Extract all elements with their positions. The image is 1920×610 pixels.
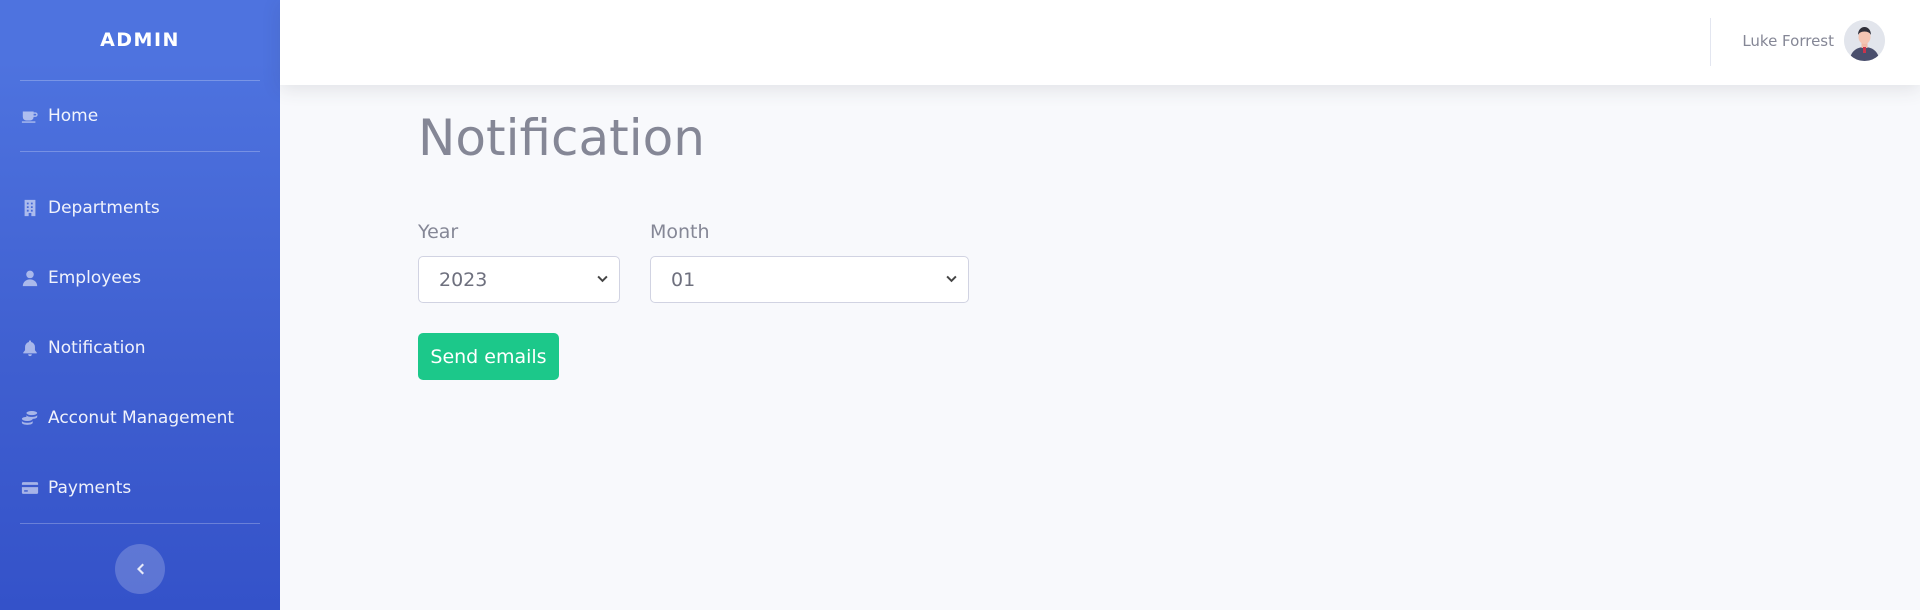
coffee-icon <box>20 106 40 126</box>
month-select[interactable]: 01 <box>650 256 969 303</box>
sidebar-item-label: Departments <box>48 198 160 218</box>
sidebar-item-label: Payments <box>48 478 132 498</box>
building-icon <box>20 198 40 218</box>
main-content: Notification Year 2023 Month 01 Send ema… <box>418 85 999 380</box>
bell-icon <box>20 338 40 358</box>
coins-icon <box>20 408 40 428</box>
sidebar-item-payments[interactable]: Payments <box>0 453 280 523</box>
sidebar-item-label: Notification <box>48 338 146 358</box>
sidebar-brand[interactable]: ADMIN <box>0 0 280 80</box>
year-select-value: 2023 <box>439 268 488 291</box>
month-select-value: 01 <box>671 268 696 291</box>
sidebar-item-account-management[interactable]: Acconut Management <box>0 383 280 453</box>
sidebar-item-departments[interactable]: Departments <box>0 173 280 243</box>
month-label: Month <box>650 221 710 243</box>
chevron-left-icon <box>137 563 144 575</box>
sidebar-item-notification[interactable]: Notification <box>0 313 280 383</box>
month-field: Month 01 <box>650 221 969 303</box>
chevron-down-icon <box>597 275 608 283</box>
year-field: Year 2023 <box>418 221 620 303</box>
sidebar-item-label: Home <box>48 106 99 126</box>
page-title: Notification <box>418 109 705 167</box>
sidebar-item-label: Employees <box>48 268 142 288</box>
sidebar-item-employees[interactable]: Employees <box>0 243 280 313</box>
credit-card-icon <box>20 478 40 498</box>
year-select[interactable]: 2023 <box>418 256 620 303</box>
user-avatar-icon <box>1844 20 1885 61</box>
sidebar: ADMIN Home Departments Employees Notific… <box>0 0 280 610</box>
sidebar-item-home[interactable]: Home <box>0 81 280 151</box>
topbar: Luke Forrest <box>280 0 1920 85</box>
sidebar-item-label: Acconut Management <box>48 408 235 428</box>
year-label: Year <box>418 221 459 243</box>
user-name: Luke Forrest <box>1742 31 1834 50</box>
user-icon <box>20 268 40 288</box>
user-menu[interactable]: Luke Forrest <box>1742 20 1885 61</box>
sidebar-toggle-button[interactable] <box>115 544 165 594</box>
chevron-down-icon <box>946 275 957 283</box>
filter-form: Year 2023 Month 01 <box>418 221 999 303</box>
send-emails-button[interactable]: Send emails <box>418 333 559 380</box>
topbar-divider <box>1710 18 1711 66</box>
